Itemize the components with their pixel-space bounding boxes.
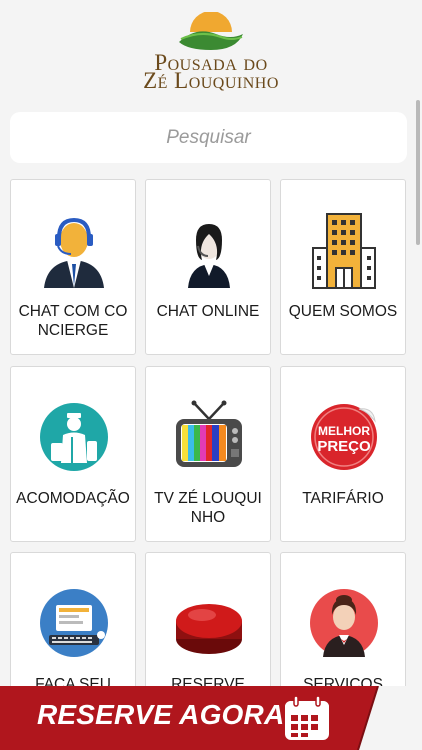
concierge-headset-icon [44,217,104,288]
reserve-now-label: RESERVE AGORA! [37,699,294,730]
tile-label: QUEM SOMOS [288,303,398,320]
tile-chat-concierge[interactable]: CHAT COM CONCIERGE [10,179,136,355]
sticker-line1: MELHOR [318,424,370,438]
search-input[interactable] [10,112,407,163]
tile-tarifario[interactable]: MELHOR PREÇO TARIFÁRIO [280,366,406,542]
tile-chat-online[interactable]: CHAT ONLINE [145,179,271,355]
support-agent-icon [188,224,230,288]
calendar-icon [285,695,329,740]
reserve-now-banner[interactable]: RESERVE AGORA! [0,686,422,750]
hotel-building-icon [312,213,376,289]
tile-acomodacao[interactable]: ACOMODAÇÃO [10,366,136,542]
best-price-sticker-icon: MELHOR PREÇO [311,404,377,470]
waitress-icon [310,589,378,657]
brand-name-line2: Zé Louquinho [143,68,279,93]
tile-label: CHAT COM CONCIERGE [18,303,128,339]
bellboy-luggage-icon [40,403,108,471]
scrollbar[interactable] [416,100,420,245]
tile-label: TV ZÉ LOUQUINHO [154,490,262,526]
tile-label: ACOMODAÇÃO [16,490,130,507]
app-header: Pousada do Zé Louquinho [0,0,422,100]
red-button-icon [176,604,242,654]
sticker-line2: PREÇO [317,438,371,455]
logo-sun-hills-icon [179,12,243,50]
tile-label: CHAT ONLINE [156,303,260,320]
tile-quem-somos[interactable]: QUEM SOMOS [280,179,406,355]
tv-icon [176,400,242,467]
computer-reservation-icon [40,589,108,657]
tile-label: TARIFÁRIO [302,490,384,507]
tile-tv[interactable]: TV ZÉ LOUQUINHO [145,366,271,542]
